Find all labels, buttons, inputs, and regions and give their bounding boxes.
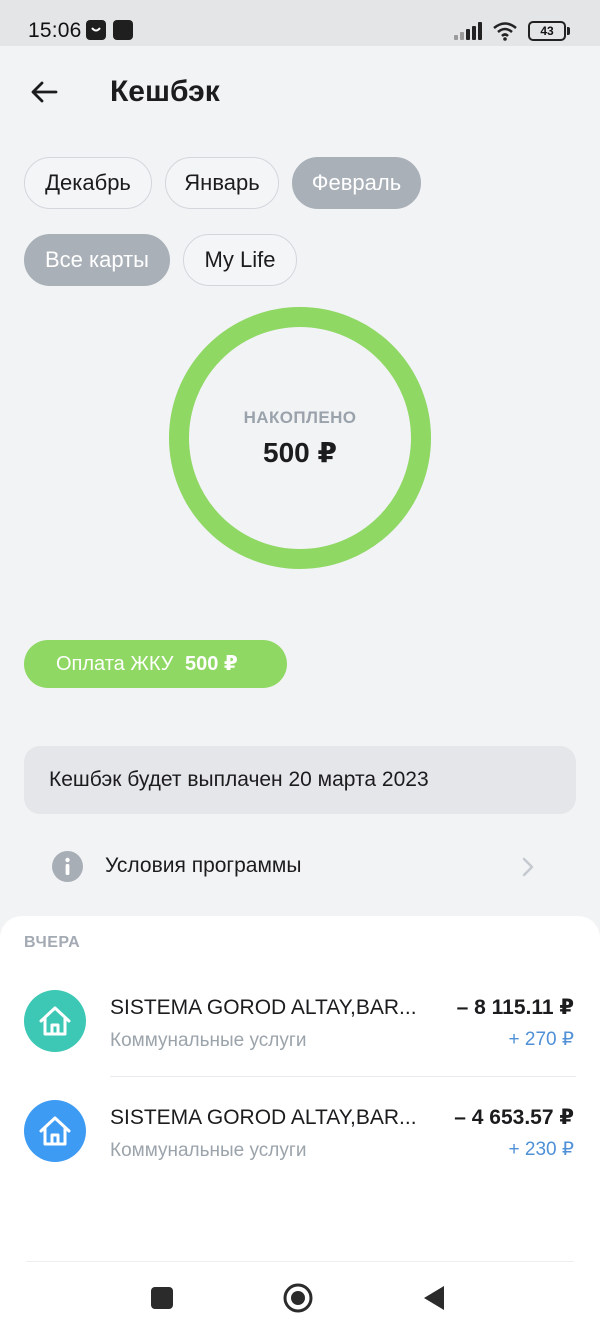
chevron-right-icon <box>522 857 534 877</box>
category-name: Оплата ЖКУ <box>56 653 174 675</box>
conditions-row[interactable]: Условия программы <box>0 836 600 896</box>
triangle-back-icon <box>424 1286 444 1310</box>
status-bar: 15:06 43 <box>0 0 600 46</box>
status-indicators: 43 <box>454 18 570 44</box>
transaction-category: Коммунальные услуги <box>110 1030 307 1051</box>
battery-indicator: 43 <box>528 21 570 41</box>
category-pill[interactable]: Оплата ЖКУ 500 ₽ <box>24 640 287 688</box>
transaction-category: Коммунальные услуги <box>110 1140 307 1161</box>
square-icon <box>151 1287 173 1309</box>
house-icon <box>24 990 86 1052</box>
chip-month-january[interactable]: Январь <box>165 157 279 209</box>
back-nav-button[interactable] <box>416 1280 452 1316</box>
transaction-merchant: SISTEMA GOROD ALTAY,BAR... <box>110 1106 417 1129</box>
recents-button[interactable] <box>144 1280 180 1316</box>
house-icon <box>24 1100 86 1162</box>
transaction-amount: – 8 115.11 ₽ <box>456 996 574 1019</box>
category-amount: 500 ₽ <box>184 653 238 675</box>
notification-icon <box>86 20 106 40</box>
section-header-yesterday: ВЧЕРА <box>24 934 81 951</box>
chip-card-mylife[interactable]: My Life <box>183 234 297 286</box>
chip-month-february[interactable]: Февраль <box>292 157 421 209</box>
transaction-amount: – 4 653.57 ₽ <box>454 1106 574 1129</box>
payout-notice: Кешбэк будет выплачен 20 марта 2023 <box>24 746 576 814</box>
page-title: Кешбэк <box>110 75 220 108</box>
transaction-row[interactable]: SISTEMA GOROD ALTAY,BAR... Коммунальные … <box>0 1086 600 1186</box>
ring-label: НАКОПЛЕНО <box>243 408 357 427</box>
arrow-left-icon <box>31 81 58 103</box>
chip-month-december[interactable]: Декабрь <box>24 157 152 209</box>
transaction-cashback: + 230 ₽ <box>508 1139 574 1160</box>
info-icon <box>52 851 83 882</box>
navbar-divider <box>26 1261 574 1262</box>
chip-all-cards[interactable]: Все карты <box>24 234 170 286</box>
transaction-row[interactable]: SISTEMA GOROD ALTAY,BAR... Коммунальные … <box>0 976 600 1076</box>
wifi-icon <box>493 22 517 41</box>
back-button[interactable] <box>24 72 64 112</box>
status-time: 15:06 <box>28 19 82 42</box>
ring-amount: 500 ₽ <box>263 437 337 468</box>
signal-icon <box>454 22 482 40</box>
app-notification-icon <box>113 20 133 40</box>
transaction-cashback: + 270 ₽ <box>508 1029 574 1050</box>
conditions-label: Условия программы <box>105 854 302 877</box>
circle-home-icon <box>283 1283 313 1313</box>
transaction-merchant: SISTEMA GOROD ALTAY,BAR... <box>110 996 417 1019</box>
row-divider <box>110 1076 576 1077</box>
home-button[interactable] <box>280 1280 316 1316</box>
